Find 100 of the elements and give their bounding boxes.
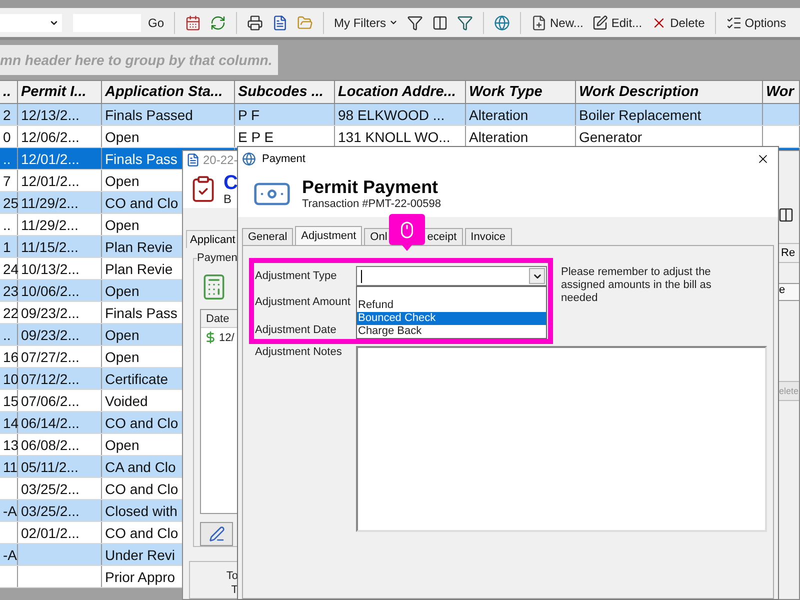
tab[interactable]: Invoice [464,228,512,245]
table-cell: Boiler Replacement [579,106,702,122]
column-header[interactable]: Wor [763,81,800,103]
list-icon [726,14,742,30]
table-cell: Certificate [105,370,168,386]
table-cell: 07/06/2... [21,392,80,408]
table-cell: 12/01/2... [21,150,80,166]
column-header[interactable]: Application Sta... [102,81,235,103]
table-cell: 7 [3,172,11,188]
column-header[interactable]: Work Description [576,81,763,103]
toolbar-button[interactable]: New... [529,12,586,34]
chevron-down-icon [389,18,398,27]
globe-icon [242,152,256,166]
dropdown-option[interactable]: Bounced Check [357,312,546,325]
column-header[interactable]: e [778,283,799,301]
record-subheading: B [224,192,233,205]
table-cell: 23 [3,282,19,298]
field-label: Adjustment Date [255,324,338,336]
calendar-icon [185,14,202,30]
table-cell: 11/29/2... [21,216,78,232]
table-cell: 07/12/2... [21,370,80,386]
table-cell: 03/25/2... [21,502,80,518]
edit-button[interactable] [200,522,233,546]
table-cell: 16 [3,348,19,364]
field-label: Adjustment Type [255,270,338,282]
table-cell: Finals Passed [105,106,193,122]
table-cell: Finals Pass [105,304,178,320]
toolbar-button[interactable]: Delete [649,12,707,34]
table-cell: 12/ [219,332,234,344]
table-cell: CO and Clo [105,194,178,210]
document-icon [272,14,288,30]
table-cell: Prior Appro [105,568,176,584]
table-cell: 07/27/2... [21,348,80,364]
table-cell: CA and Clo [105,458,176,474]
table-cell: Alteration [469,128,528,144]
table-cell: Open [105,436,140,452]
tab[interactable]: Adjustment [295,226,362,245]
table-cell: 13 [3,436,19,452]
table-cell: 05/11/2... [21,458,78,474]
table-cell: 10 [3,370,19,386]
field-label: Adjustment Notes [255,346,343,358]
table-cell: 1 [3,238,11,254]
toolbar-button[interactable]: Edit... [590,12,644,34]
table-cell: 02/01/2... [21,524,80,540]
mouse-icon [398,220,416,238]
column-header[interactable]: Subcodes ... [235,81,335,103]
filter-icon [407,14,424,30]
table-cell: -A [3,502,17,518]
notes-field[interactable] [356,346,767,532]
columns-icon [432,14,448,30]
field-label: Adjustment Amount [255,296,352,308]
tab[interactable]: Re [778,243,799,263]
tab[interactable]: Applicant [186,230,238,248]
table-cell: Open [105,348,140,364]
toolbar-button[interactable]: Options [724,12,788,34]
column-header[interactable]: Permit I... [18,81,102,103]
table-cell: 22 [3,304,19,320]
window-title: 20-22- [203,153,238,168]
edit-icon [592,14,608,30]
globe-icon [494,14,510,30]
table-cell: 03/25/2... [21,480,80,496]
table-row[interactable]: 0 12/06/2... Open E P E 131 KNOLL WO... Alteration Generator [0,126,800,148]
transaction-number: Transaction #PMT-22-00598 [302,198,441,210]
table-cell: Plan Revie [105,238,173,254]
column-header[interactable]: Date [201,310,238,328]
column-header[interactable]: Location Addre... [335,81,466,103]
table-cell: Open [105,172,140,188]
tab[interactable]: General [242,228,294,245]
table-cell: 0 [3,128,11,144]
folder-icon [297,14,314,30]
table-cell: Open [105,282,140,298]
table-row[interactable]: 2 12/13/2... Finals Passed P F 98 ELKWOOD ... Alteration Boiler Replacement [0,104,800,126]
table-cell: Alteration [469,106,528,122]
dialog-title: Payment [262,152,306,164]
table-cell: .. [3,326,11,342]
table-cell: 15 [3,392,19,408]
table-cell: Open [105,326,140,342]
dollar-icon [204,331,217,344]
table-cell: 10/06/2... [21,282,80,298]
table-cell: 98 ELKWOOD ... [338,106,445,122]
table-cell: -A [3,546,17,562]
table-cell: CO and Clo [105,414,178,430]
table-cell: CO and Clo [105,524,178,540]
table-cell: .. [3,216,11,232]
dialog-heading: Permit Payment [302,177,440,198]
printer-icon [247,14,264,30]
table-cell: 24 [3,260,19,276]
filters-menu[interactable]: My Filters [332,12,400,34]
record-heading: C [224,172,238,193]
filter-icon [457,14,474,30]
table-cell: 06/08/2... [21,436,80,452]
table-cell: .. [3,150,11,166]
adjustment-type-dropdown[interactable] [356,266,547,286]
table-cell: Voided [105,392,148,408]
table-cell: 10/13/2... [21,260,80,276]
column-header[interactable]: .. [0,81,18,103]
table-cell: 11 [3,458,18,474]
table-cell: 131 KNOLL WO... [338,128,450,144]
go-button[interactable]: Go [146,12,166,34]
column-header[interactable]: Work Type [466,81,576,103]
